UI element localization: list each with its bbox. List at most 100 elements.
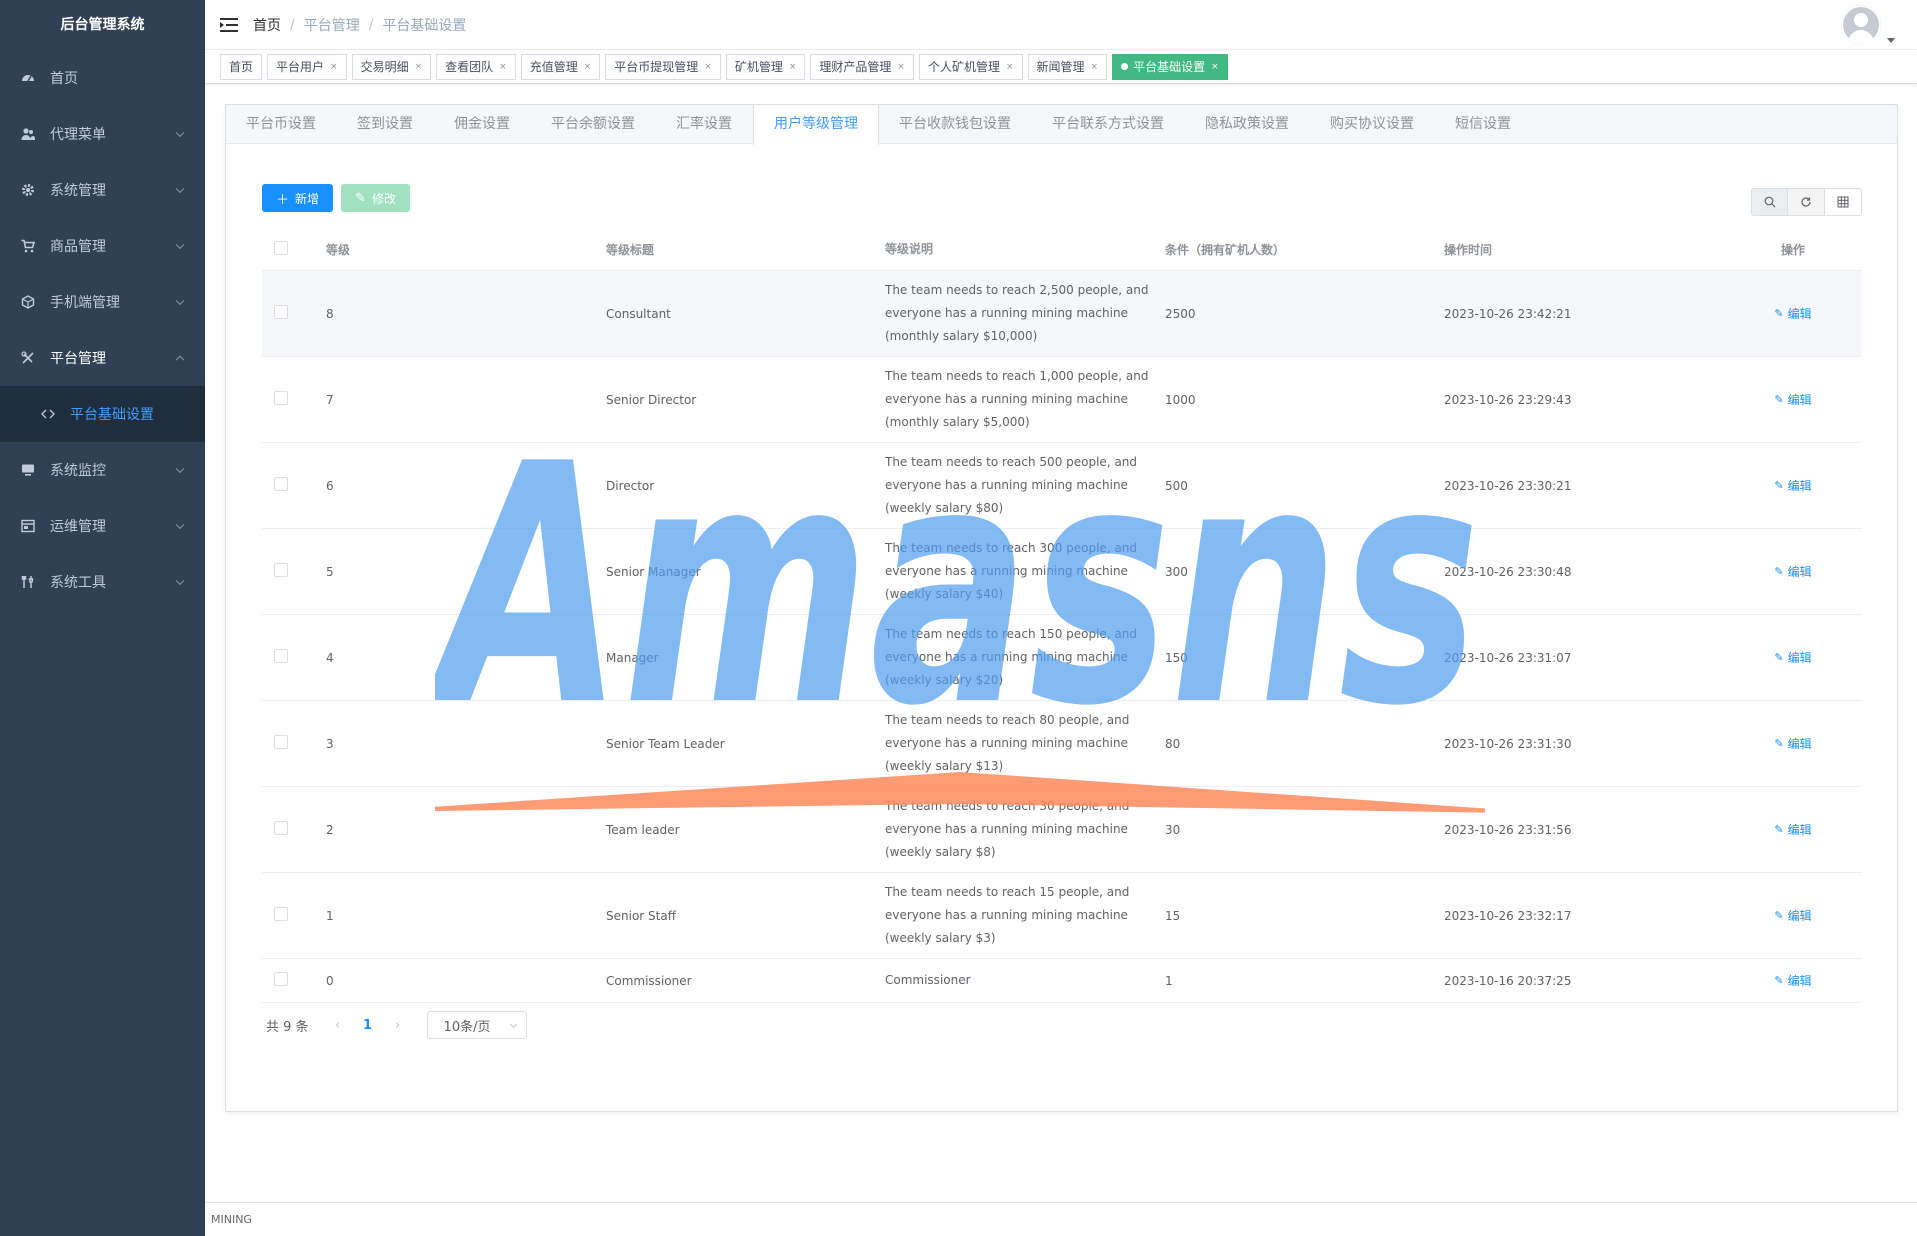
row-checkbox[interactable] bbox=[274, 972, 288, 986]
breadcrumb-home[interactable]: 首页 bbox=[253, 15, 281, 35]
chevron-down-icon bbox=[175, 128, 185, 138]
row-checkbox[interactable] bbox=[274, 821, 288, 835]
close-icon[interactable]: × bbox=[1006, 55, 1014, 79]
refresh-button[interactable] bbox=[1788, 188, 1825, 216]
table-row[interactable]: 4 Manager The team needs to reach 150 peop… bbox=[262, 615, 1862, 701]
avatar[interactable] bbox=[1841, 5, 1881, 45]
row-edit-button[interactable]: ✎ 编辑 bbox=[1774, 972, 1811, 989]
sidebar-item-5[interactable]: 平台管理 bbox=[0, 330, 205, 386]
sidebar-item-label: 系统工具 bbox=[50, 575, 106, 591]
row-edit-button[interactable]: ✎ 编辑 bbox=[1774, 821, 1811, 838]
close-icon[interactable]: × bbox=[584, 55, 592, 79]
edit-button[interactable]: ✎ 修改 bbox=[341, 184, 410, 212]
row-edit-button[interactable]: ✎ 编辑 bbox=[1774, 563, 1811, 580]
table-row[interactable]: 8 Consultant The team needs to reach 2,500… bbox=[262, 271, 1862, 357]
cell-level: 1 bbox=[326, 908, 334, 923]
sidebar-item-3[interactable]: 商品管理 bbox=[0, 218, 205, 274]
cell-time: 2023-10-26 23:30:48 bbox=[1444, 564, 1572, 579]
table-row[interactable]: 3 Senior Team Leader The team needs to rea… bbox=[262, 701, 1862, 787]
prev-page-button[interactable]: ‹ bbox=[323, 1018, 353, 1033]
cell-condition: 500 bbox=[1165, 478, 1188, 493]
cell-title: Senior Staff bbox=[606, 908, 676, 923]
tag-0[interactable]: 首页 bbox=[220, 53, 263, 80]
tab-5[interactable]: 用户等级管理 bbox=[753, 105, 879, 145]
row-checkbox[interactable] bbox=[274, 477, 288, 491]
table-row[interactable]: 1 Senior Staff The team needs to reach 15 … bbox=[262, 873, 1862, 959]
tag-1[interactable]: 平台用户 × bbox=[267, 53, 347, 80]
tab-9[interactable]: 购买协议设置 bbox=[1310, 105, 1435, 143]
row-checkbox[interactable] bbox=[274, 391, 288, 405]
sidebar-subitem-0[interactable]: 平台基础设置 bbox=[0, 386, 205, 442]
page-size-select[interactable]: 10条/页 bbox=[426, 1011, 527, 1039]
tag-5[interactable]: 平台币提现管理 × bbox=[605, 53, 721, 80]
close-icon[interactable]: × bbox=[499, 55, 507, 79]
tag-2[interactable]: 交易明细 × bbox=[351, 53, 432, 80]
sidebar-item-6[interactable]: 系统监控 bbox=[0, 442, 205, 498]
tab-7[interactable]: 平台联系方式设置 bbox=[1032, 105, 1185, 143]
row-checkbox[interactable] bbox=[274, 563, 288, 577]
row-checkbox[interactable] bbox=[274, 649, 288, 663]
close-icon[interactable]: × bbox=[789, 55, 797, 79]
row-edit-button[interactable]: ✎ 编辑 bbox=[1774, 477, 1811, 494]
col-desc: 等级说明 bbox=[885, 242, 934, 256]
page-number[interactable]: 1 bbox=[353, 1018, 383, 1033]
sidebar-item-7[interactable]: 运维管理 bbox=[0, 498, 205, 554]
hamburger-button[interactable] bbox=[205, 0, 253, 50]
cell-level: 7 bbox=[326, 392, 334, 407]
close-icon[interactable]: × bbox=[330, 55, 338, 79]
table-row[interactable]: 5 Senior Manager The team needs to reach 3… bbox=[262, 529, 1862, 615]
tag-10[interactable]: 平台基础设置 × bbox=[1112, 53, 1228, 80]
toggle-search-button[interactable] bbox=[1751, 188, 1788, 216]
table-row[interactable]: 6 Director The team needs to reach 500 peo… bbox=[262, 443, 1862, 529]
tab-2[interactable]: 佣金设置 bbox=[434, 105, 531, 143]
tab-0[interactable]: 平台币设置 bbox=[226, 105, 337, 143]
breadcrumb: 首页 / 平台管理 / 平台基础设置 bbox=[253, 15, 466, 35]
tag-9[interactable]: 新闻管理 × bbox=[1027, 53, 1108, 80]
sidebar-item-label: 运维管理 bbox=[50, 519, 106, 535]
tab-10[interactable]: 短信设置 bbox=[1435, 105, 1532, 143]
tab-6[interactable]: 平台收款钱包设置 bbox=[879, 105, 1032, 143]
row-edit-button[interactable]: ✎ 编辑 bbox=[1774, 391, 1811, 408]
tab-4[interactable]: 汇率设置 bbox=[656, 105, 753, 143]
close-icon[interactable]: × bbox=[897, 55, 905, 79]
col-op: 操作 bbox=[1780, 243, 1805, 257]
select-all-checkbox[interactable] bbox=[274, 241, 288, 255]
close-icon[interactable]: × bbox=[1091, 55, 1099, 79]
row-checkbox[interactable] bbox=[274, 735, 288, 749]
row-edit-button[interactable]: ✎ 编辑 bbox=[1774, 305, 1811, 322]
tag-8[interactable]: 个人矿机管理 × bbox=[918, 53, 1023, 80]
user-menu[interactable] bbox=[1841, 5, 1895, 45]
sidebar-submenu: 平台基础设置 bbox=[0, 386, 205, 442]
row-edit-button[interactable]: ✎ 编辑 bbox=[1774, 649, 1811, 666]
columns-button[interactable] bbox=[1825, 188, 1862, 216]
sidebar-item-0[interactable]: 首页 bbox=[0, 50, 205, 106]
add-button[interactable]: ＋ 新增 bbox=[262, 184, 334, 212]
close-icon[interactable]: × bbox=[415, 55, 423, 79]
sidebar-item-8[interactable]: 系统工具 bbox=[0, 554, 205, 610]
close-icon[interactable]: × bbox=[1211, 55, 1219, 79]
row-checkbox[interactable] bbox=[274, 305, 288, 319]
tag-4[interactable]: 充值管理 × bbox=[520, 53, 601, 80]
table-row[interactable]: 2 Team leader The team needs to reach 30 p… bbox=[262, 787, 1862, 873]
refresh-icon bbox=[1801, 197, 1811, 207]
row-edit-button[interactable]: ✎ 编辑 bbox=[1774, 907, 1811, 924]
tab-3[interactable]: 平台余额设置 bbox=[531, 105, 656, 143]
sidebar-menu: 首页 代理菜单 系统管理 商品管理 手机端管理 平台管理 平台基础设置 系统监控运维管理系统工… bbox=[0, 50, 205, 610]
row-edit-button[interactable]: ✎ 编辑 bbox=[1774, 735, 1811, 752]
table-row[interactable]: 0 Commissioner Commissioner 1 2023-10-16 20:… bbox=[262, 959, 1862, 1003]
cell-desc: The team needs to reach 15 people, and e… bbox=[885, 885, 1130, 945]
row-checkbox[interactable] bbox=[274, 907, 288, 921]
sidebar-item-4[interactable]: 手机端管理 bbox=[0, 274, 205, 330]
next-page-button[interactable]: › bbox=[383, 1018, 413, 1033]
table-row[interactable]: 7 Senior Director The team needs to reach … bbox=[262, 357, 1862, 443]
tag-3[interactable]: 查看团队 × bbox=[436, 53, 516, 80]
sidebar-item-2[interactable]: 系统管理 bbox=[0, 162, 205, 218]
tab-1[interactable]: 签到设置 bbox=[337, 105, 434, 143]
tag-7[interactable]: 理财产品管理 × bbox=[810, 53, 914, 80]
tab-8[interactable]: 隐私政策设置 bbox=[1185, 105, 1310, 143]
close-icon[interactable]: × bbox=[704, 55, 712, 79]
page-size-value: 10条/页 bbox=[443, 1019, 491, 1035]
tag-6[interactable]: 矿机管理 × bbox=[725, 53, 806, 80]
row-edit-label: 编辑 bbox=[1787, 737, 1812, 751]
sidebar-item-1[interactable]: 代理菜单 bbox=[0, 106, 205, 162]
